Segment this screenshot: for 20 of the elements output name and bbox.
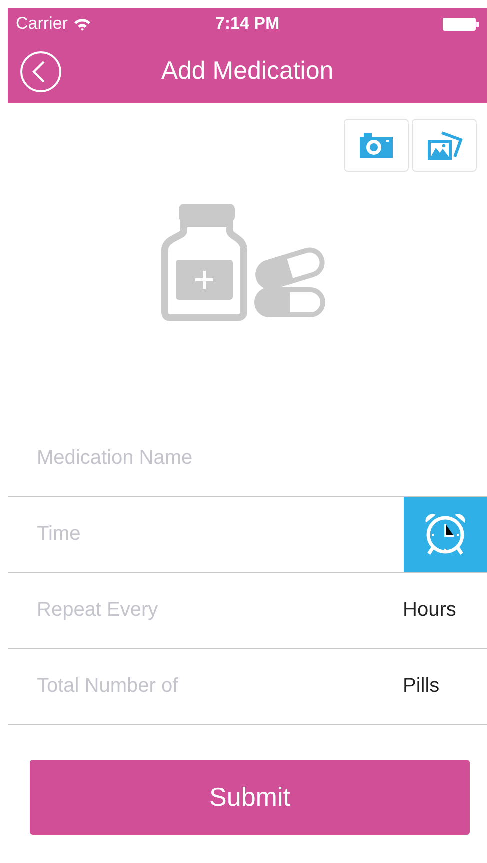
wifi-icon <box>74 18 91 30</box>
alarm-clock-icon <box>423 512 468 557</box>
alarm-button[interactable] <box>404 497 487 572</box>
back-button[interactable] <box>20 50 62 92</box>
submit-button[interactable]: Submit <box>30 760 470 835</box>
text-field[interactable]: Total Number of <box>8 649 403 724</box>
time-field[interactable]: Time <box>8 497 404 572</box>
unit-label: Hours <box>403 599 458 622</box>
carrier-label: Carrier <box>16 14 68 34</box>
camera-button[interactable] <box>344 119 409 172</box>
text-field[interactable]: Repeat Every <box>8 573 403 648</box>
back-icon <box>20 50 62 92</box>
unit-label: Pills <box>403 675 441 698</box>
pictures-icon <box>426 130 462 160</box>
clock-time: 7:14 PM <box>215 14 280 34</box>
text-field[interactable]: Medication Name <box>8 421 487 496</box>
gallery-button[interactable] <box>412 119 477 172</box>
camera-icon <box>360 133 393 158</box>
battery-icon <box>443 18 479 30</box>
screen-title: Add Medication <box>161 57 334 86</box>
